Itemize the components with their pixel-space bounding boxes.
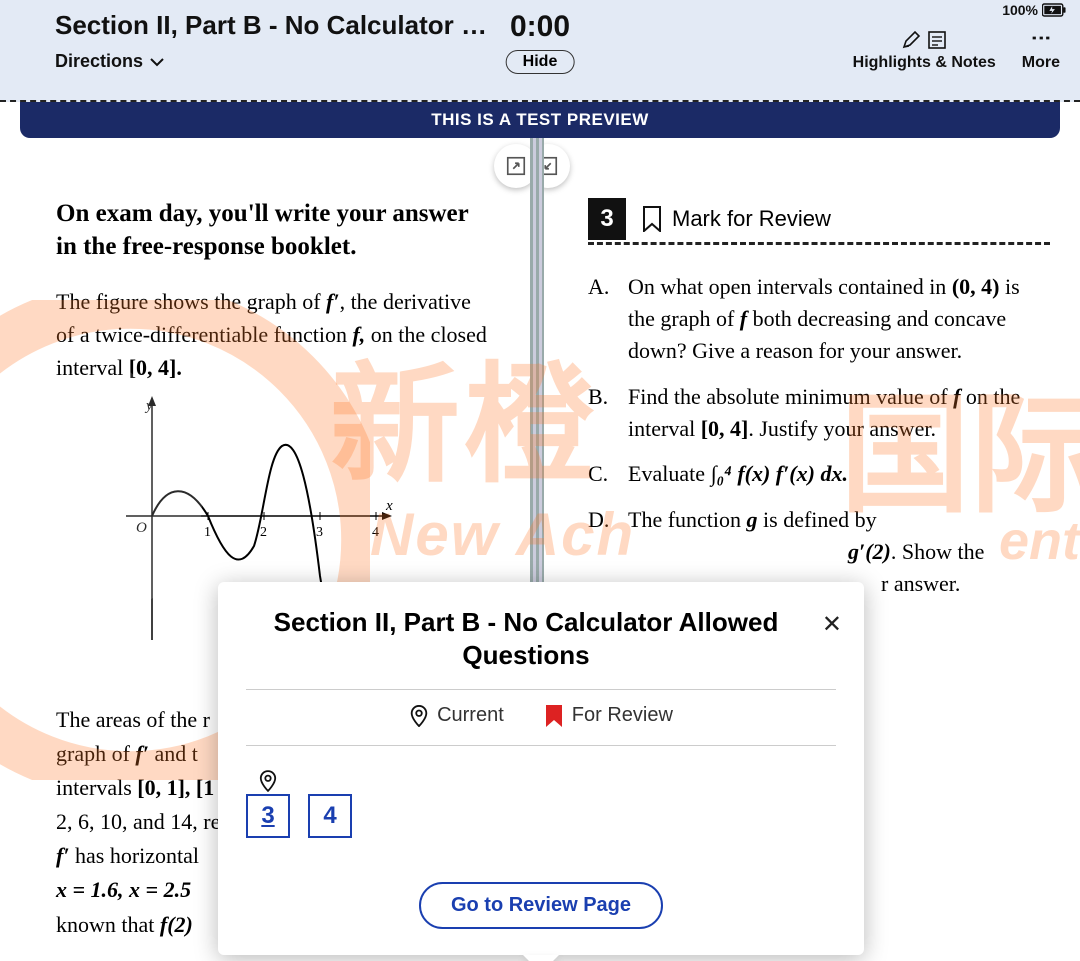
svg-text:3: 3 — [316, 525, 323, 540]
svg-text:O: O — [136, 520, 147, 536]
divider — [246, 689, 836, 690]
prompt-title: On exam day, you'll write your answer in… — [56, 198, 490, 263]
battery-text: 100% — [1002, 2, 1038, 18]
popup-arrow — [523, 955, 559, 961]
preview-banner: THIS IS A TEST PREVIEW — [20, 102, 1060, 138]
collapse-right-button[interactable] — [544, 144, 570, 188]
timer-area: 0:00 Hide — [506, 10, 575, 74]
battery-icon — [1042, 3, 1066, 17]
hide-timer-button[interactable]: Hide — [506, 50, 575, 74]
popup-title: Section II, Part B - No Calculator Allow… — [246, 606, 836, 671]
more-label: More — [1022, 54, 1060, 72]
location-icon — [409, 705, 429, 727]
legend-current: Current — [409, 704, 504, 727]
svg-text:2: 2 — [260, 525, 267, 540]
more-button[interactable]: ⋮ More — [1022, 28, 1060, 72]
svg-text:4: 4 — [372, 525, 379, 540]
directions-toggle[interactable]: Directions — [55, 51, 165, 72]
top-bar: 100% Section II, Part B - No Calculator … — [0, 0, 1080, 102]
bookmark-icon — [642, 206, 662, 232]
collapse-icon — [544, 155, 559, 177]
close-popup-button[interactable]: ✕ — [822, 610, 842, 639]
svg-text:x: x — [385, 498, 393, 514]
question-header: 3 Mark for Review — [588, 198, 1050, 245]
legend-review: For Review — [544, 704, 673, 727]
part-b: B.Find the absolute minimum value of f o… — [588, 381, 1050, 445]
battery-status: 100% — [1002, 2, 1066, 18]
question-number-badge: 3 — [588, 198, 626, 240]
divider — [246, 745, 836, 746]
location-icon — [259, 770, 277, 792]
highlights-notes-button[interactable]: Highlights & Notes — [853, 30, 996, 72]
directions-label: Directions — [55, 51, 143, 72]
bookmark-filled-icon — [544, 705, 564, 727]
stimulus-intro: The figure shows the graph of f′, the de… — [56, 285, 490, 384]
timer-display: 0:00 — [506, 10, 575, 44]
part-a: A.On what open intervals contained in (0… — [588, 271, 1050, 367]
chevron-down-icon — [149, 54, 165, 70]
svg-text:1: 1 — [204, 525, 211, 540]
question-number-list: 3 4 — [246, 770, 836, 838]
popup-legend: Current For Review — [246, 704, 836, 727]
highlights-label: Highlights & Notes — [853, 54, 996, 72]
go-to-review-button[interactable]: Go to Review Page — [419, 882, 663, 929]
expand-icon — [505, 155, 527, 177]
part-c: C.Evaluate ∫₀⁴ f(x) f′(x) dx. — [588, 458, 1050, 490]
note-icon — [927, 30, 947, 50]
nav-question-3[interactable]: 3 — [246, 794, 290, 838]
nav-question-4[interactable]: 4 — [308, 794, 352, 838]
mark-label: Mark for Review — [672, 206, 831, 232]
question-parts: A.On what open intervals contained in (0… — [588, 271, 1050, 600]
mark-for-review-button[interactable]: Mark for Review — [642, 206, 831, 232]
more-icon: ⋮ — [1029, 28, 1053, 50]
expand-left-button[interactable] — [494, 144, 530, 188]
pencil-icon — [901, 30, 921, 50]
